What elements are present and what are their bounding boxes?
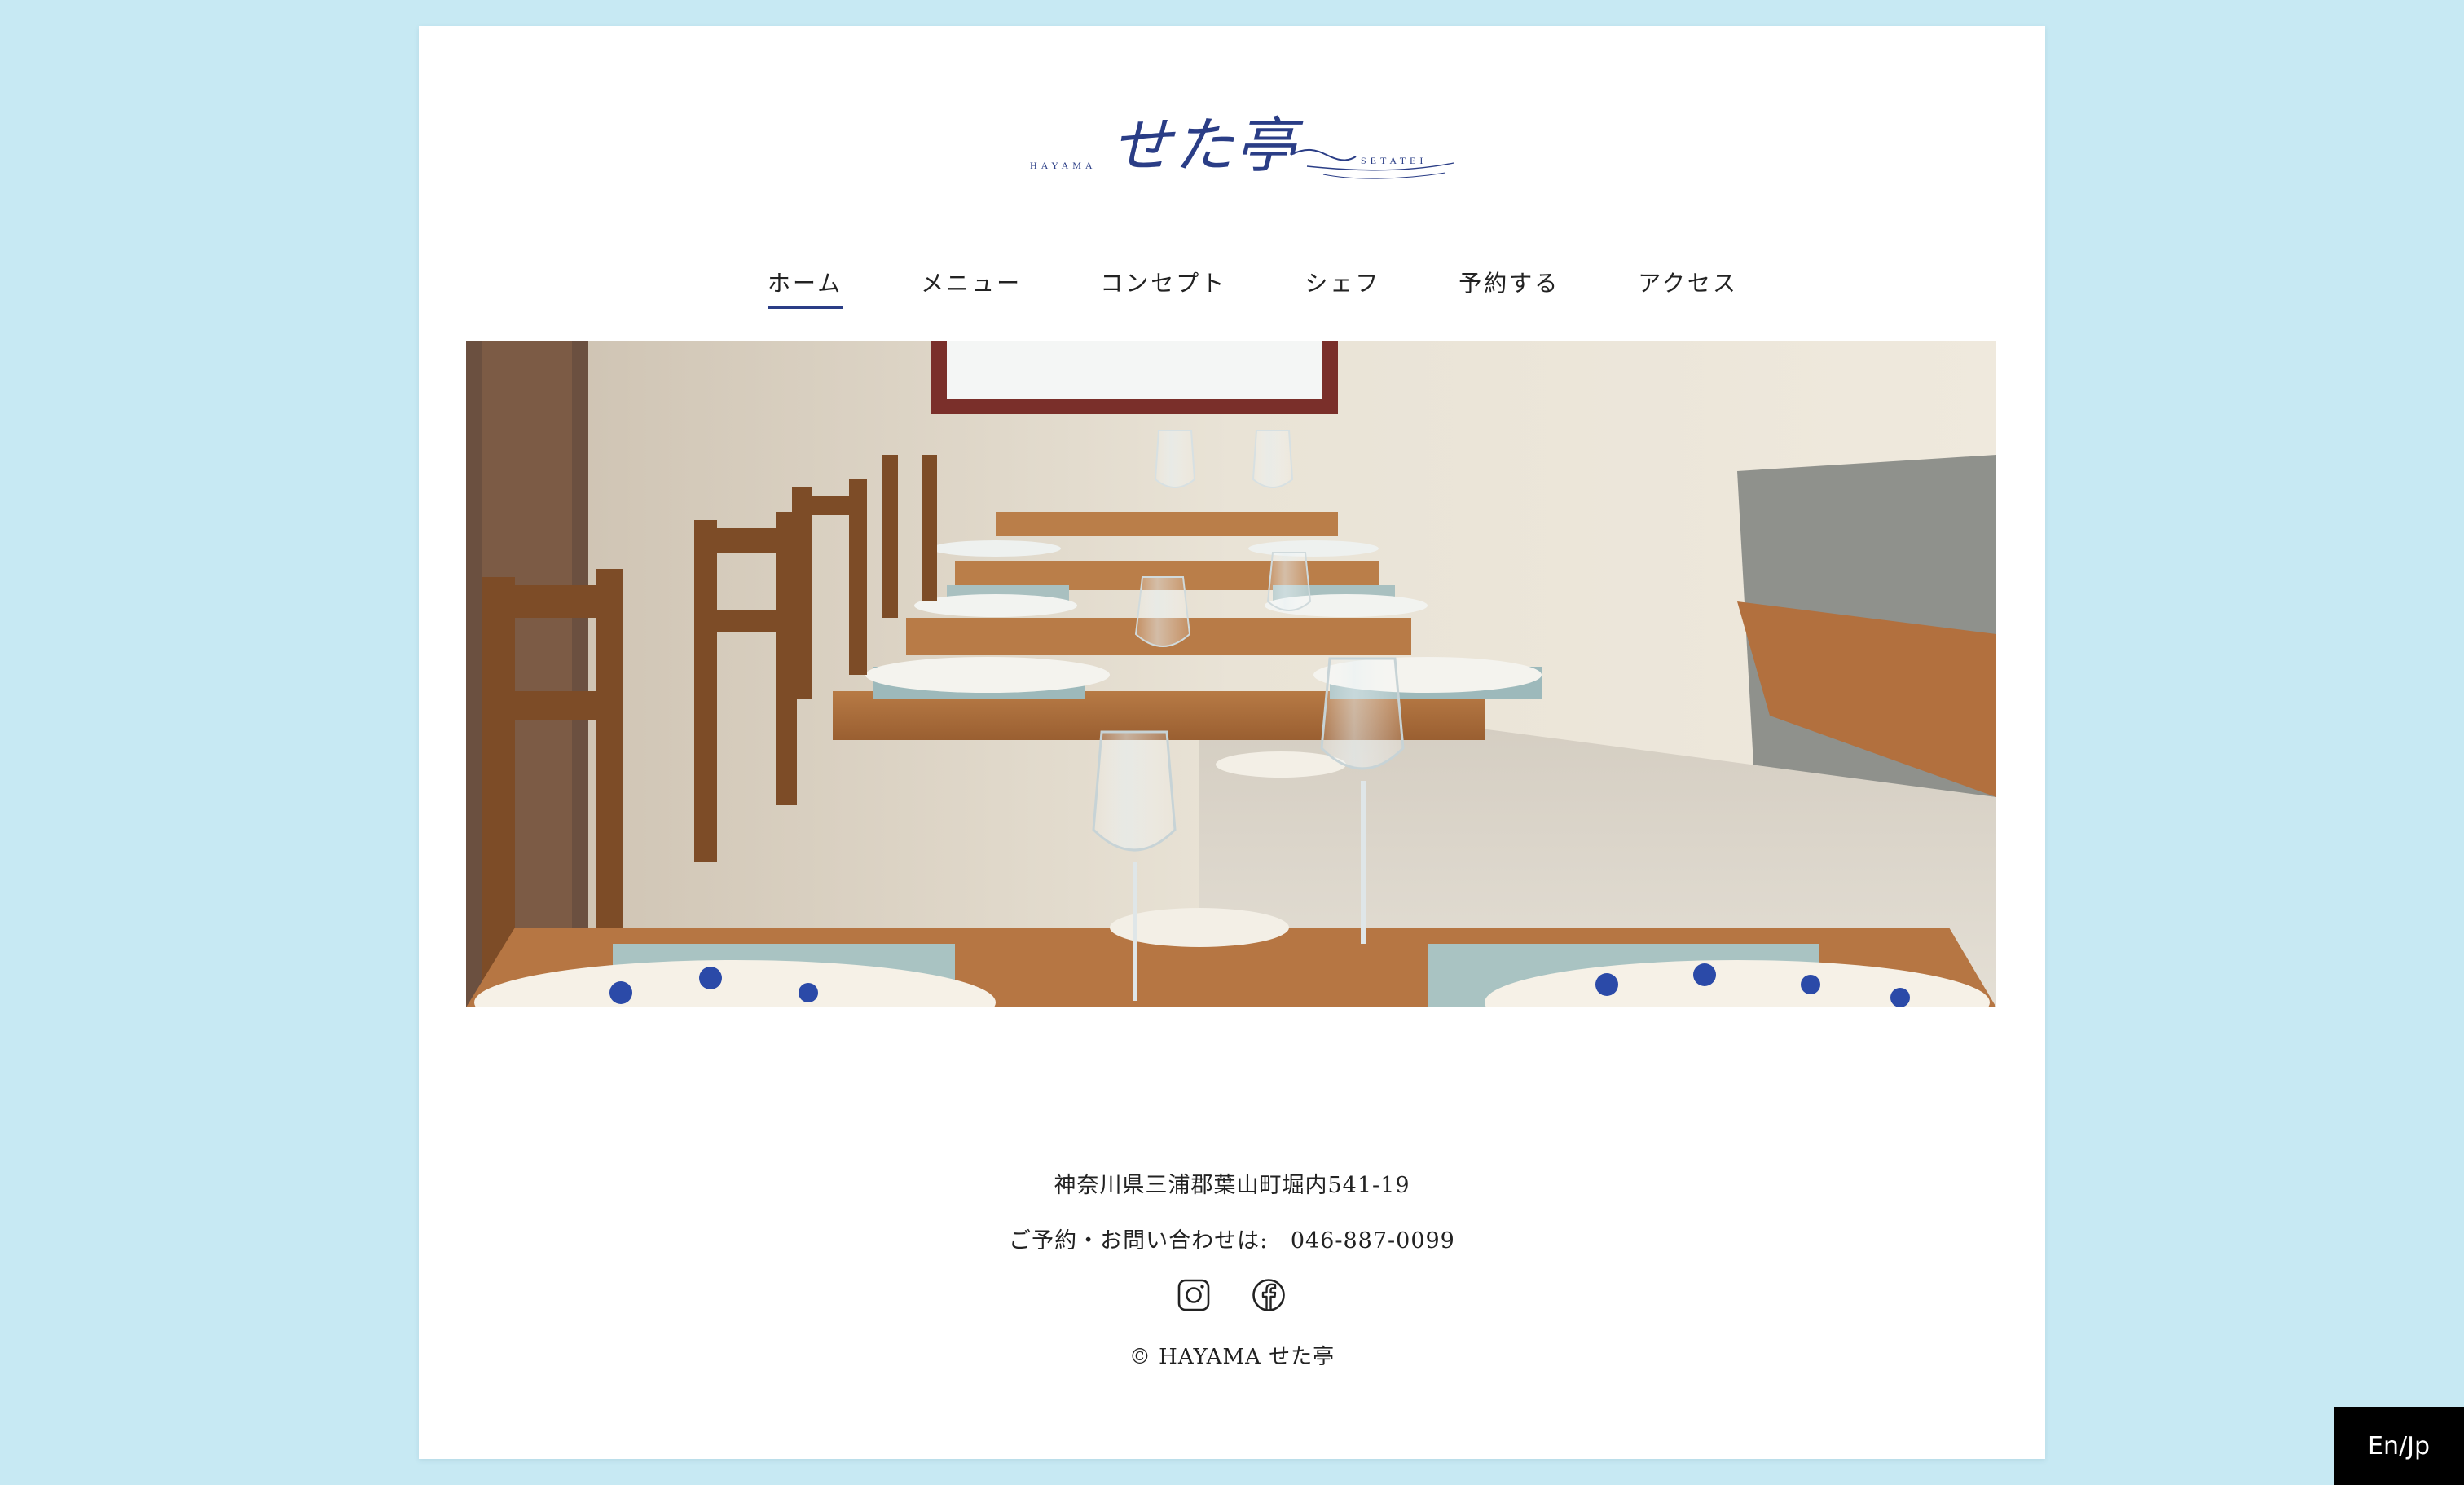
facebook-icon[interactable] — [1252, 1278, 1286, 1312]
nav-item-3[interactable]: シェフ — [1305, 262, 1380, 309]
phone-number[interactable]: 046-887-0099 — [1291, 1228, 1455, 1254]
reservation-label: ご予約・お問い合わせは: — [1009, 1228, 1269, 1254]
social-links — [1177, 1278, 1286, 1312]
hero-image — [466, 341, 1996, 1007]
logo-wave-ornament — [1290, 149, 1454, 179]
address: 神奈川県三浦郡葉山町堀内541-19 — [1054, 1173, 1410, 1198]
copyright: © HAYAMA せた亭 — [1129, 1345, 1335, 1369]
main-nav: ホーム メニュー コンセプト シェフ 予約する アクセス — [466, 254, 1996, 311]
nav-item-2[interactable]: コンセプト — [1100, 262, 1226, 309]
site-logo[interactable]: HAYAMA せた亭 SETATEI — [1014, 99, 1470, 222]
reservation-info: ご予約・お問い合わせは: 046-887-0099 — [419, 1223, 2045, 1254]
nav-item-1[interactable]: メニュー — [921, 262, 1022, 309]
instagram-icon[interactable] — [1177, 1278, 1211, 1312]
nav-item-0[interactable]: ホーム — [768, 262, 843, 309]
language-toggle[interactable]: En/Jp — [2334, 1407, 2464, 1485]
nav-items: ホーム メニュー コンセプト シェフ 予約する アクセス — [768, 262, 1738, 309]
nav-item-5[interactable]: アクセス — [1638, 262, 1738, 309]
page-card: HAYAMA せた亭 SETATEI ホーム メニュー コンセプト シェフ 予約する アク… — [419, 26, 2045, 1459]
nav-item-4[interactable]: 予約する — [1459, 262, 1560, 309]
